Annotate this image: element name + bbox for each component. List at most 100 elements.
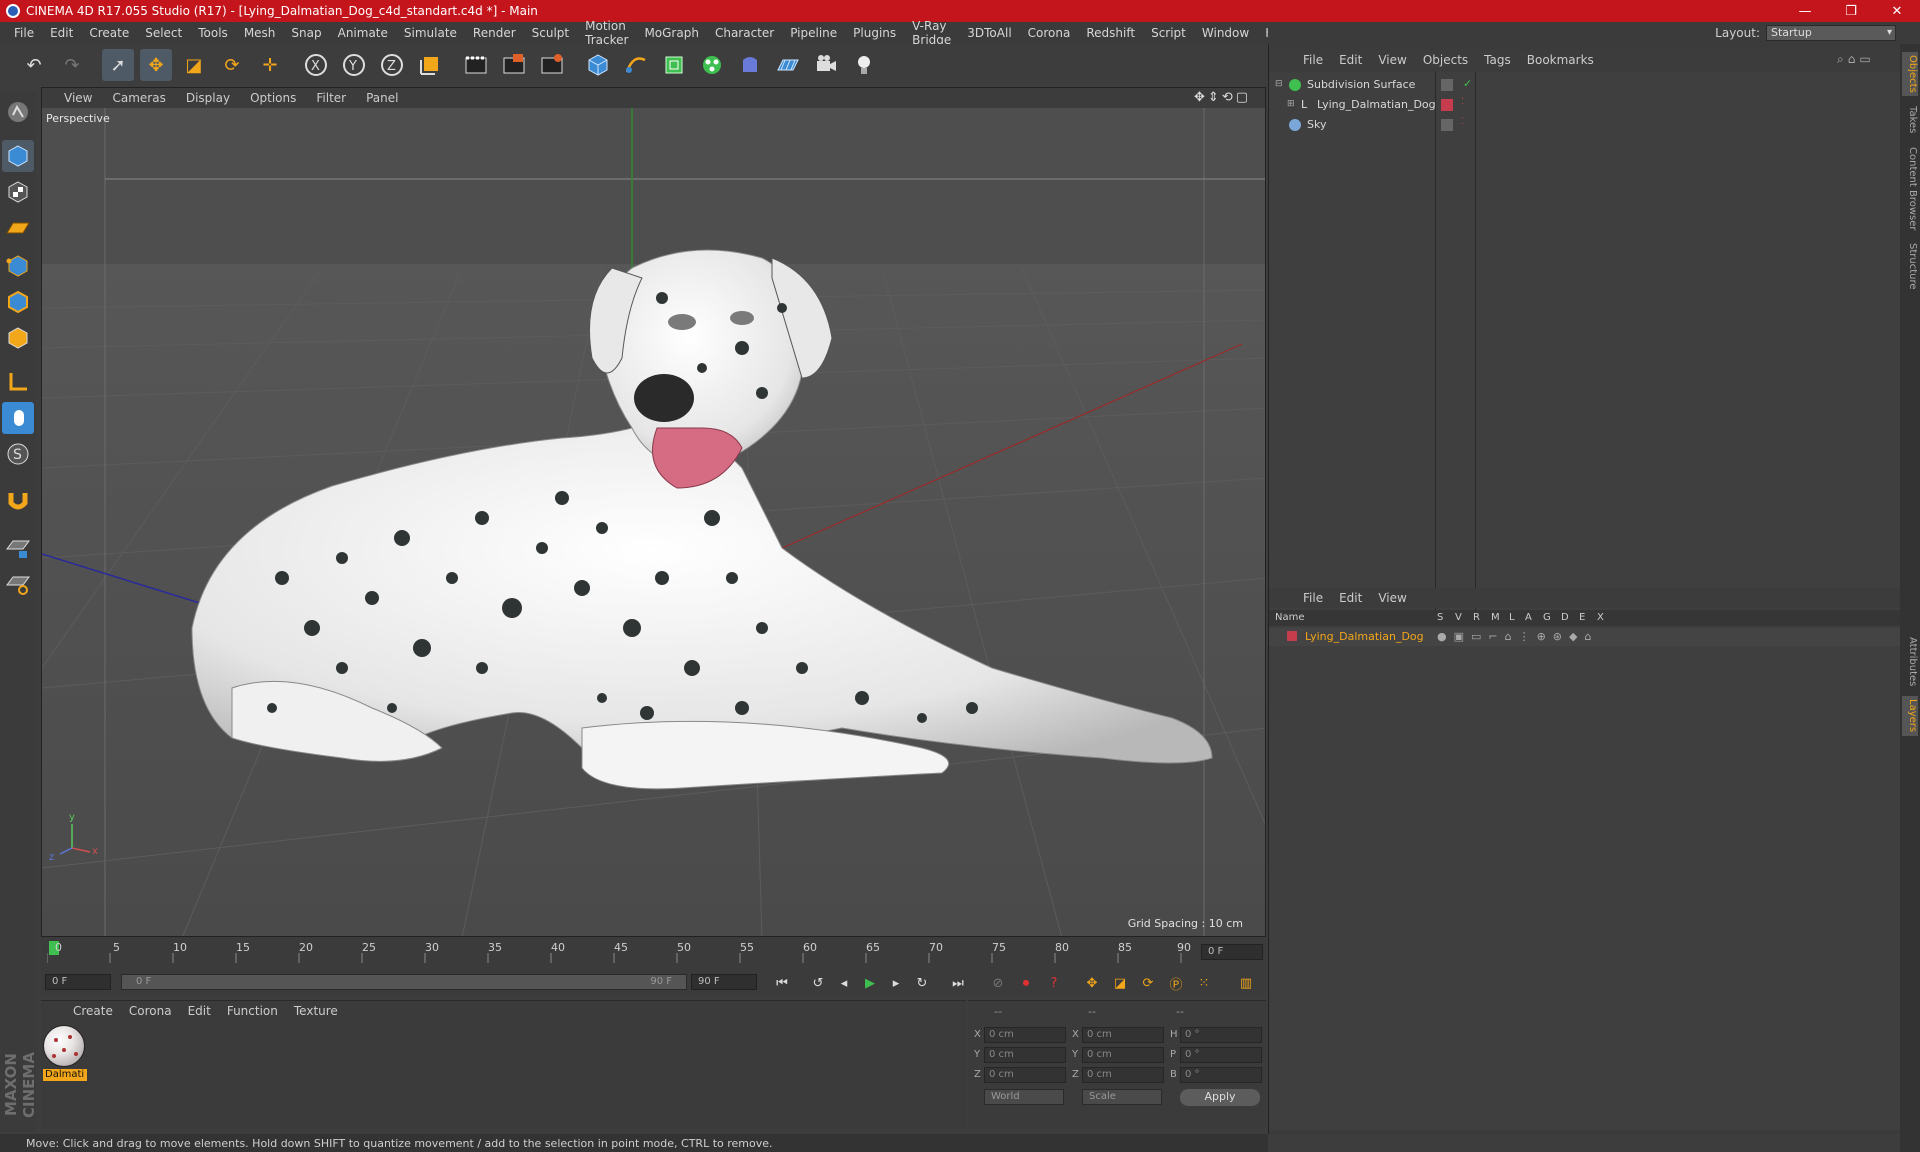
- tweak-mode-icon[interactable]: [2, 402, 34, 434]
- rotation-b-field[interactable]: 0 °: [1180, 1067, 1262, 1083]
- col-deformers[interactable]: D: [1561, 612, 1569, 623]
- viewport-menu-filter[interactable]: Filter: [306, 91, 356, 105]
- keyframe-selection-icon[interactable]: ?: [1043, 972, 1065, 994]
- viewport-menu-view[interactable]: View: [54, 91, 102, 105]
- undo-icon[interactable]: ↶: [18, 49, 50, 81]
- rotation-h-field[interactable]: 0 °: [1180, 1027, 1262, 1043]
- key-rotation-icon[interactable]: ⟳: [1137, 972, 1159, 994]
- deformer-icon[interactable]: [734, 49, 766, 81]
- timeline-ruler[interactable]: 0 5 10 15 20 25 30 35 40 45 50 55 60 65 …: [41, 937, 1266, 967]
- solo-mode-icon[interactable]: S: [2, 438, 34, 470]
- grid-snap-icon[interactable]: [2, 568, 34, 600]
- enabled-check-icon[interactable]: ✓: [1463, 77, 1472, 90]
- previous-key-icon[interactable]: ↺: [807, 972, 829, 994]
- material-menu-function[interactable]: Function: [219, 1004, 286, 1018]
- menu-script[interactable]: Script: [1143, 26, 1194, 40]
- tab-structure[interactable]: Structure: [1902, 240, 1918, 292]
- material-swatch[interactable]: Dalmati: [43, 1025, 87, 1081]
- object-row-lying-dalmatian-dog[interactable]: ⊞ L Lying_Dalmatian_Dog ⁚: [1275, 96, 1895, 114]
- layer-menu-edit[interactable]: Edit: [1331, 591, 1370, 605]
- viewport-navigation-icons[interactable]: ✥⇕⟲▢: [1184, 90, 1261, 105]
- menu-render[interactable]: Render: [465, 26, 524, 40]
- cube-primitive-icon[interactable]: [582, 49, 614, 81]
- menu-select[interactable]: Select: [137, 26, 190, 40]
- material-menu-texture[interactable]: Texture: [286, 1004, 346, 1018]
- next-key-icon[interactable]: ↻: [911, 972, 933, 994]
- floor-grid-icon[interactable]: [772, 49, 804, 81]
- previous-frame-icon[interactable]: ◂: [833, 972, 855, 994]
- menu-redshift[interactable]: Redshift: [1078, 26, 1143, 40]
- col-expressions[interactable]: E: [1579, 612, 1585, 623]
- y-axis-lock-icon[interactable]: Y: [338, 49, 370, 81]
- col-visible[interactable]: V: [1455, 612, 1462, 623]
- frame-range-slider[interactable]: 0 F 90 F: [121, 974, 687, 990]
- select-arrow-icon[interactable]: ➚: [102, 49, 134, 81]
- tab-takes[interactable]: Takes: [1902, 102, 1918, 138]
- material-menu-corona[interactable]: Corona: [121, 1004, 180, 1018]
- key-position-icon[interactable]: ✥: [1081, 972, 1103, 994]
- object-row-sky[interactable]: Sky ⁚: [1275, 116, 1895, 134]
- object-menu-tags[interactable]: Tags: [1476, 53, 1519, 67]
- size-z-field[interactable]: 0 cm: [1082, 1067, 1164, 1083]
- edit-render-settings-icon[interactable]: [536, 49, 568, 81]
- menu-file[interactable]: File: [6, 26, 42, 40]
- material-menu-create[interactable]: Create: [65, 1004, 121, 1018]
- render-to-picture-viewer-icon[interactable]: [498, 49, 530, 81]
- object-menu-edit[interactable]: Edit: [1331, 53, 1370, 67]
- visibility-dots-icon[interactable]: ⁚: [1461, 97, 1464, 107]
- tab-attributes[interactable]: Attributes: [1902, 634, 1918, 690]
- size-x-field[interactable]: 0 cm: [1082, 1027, 1164, 1043]
- coordinate-system-dropdown[interactable]: World: [984, 1089, 1064, 1105]
- material-menu-edit[interactable]: Edit: [180, 1004, 219, 1018]
- menu-create[interactable]: Create: [81, 26, 137, 40]
- col-solo[interactable]: S: [1437, 612, 1443, 623]
- camera-icon[interactable]: [810, 49, 842, 81]
- texture-mode-icon[interactable]: [2, 176, 34, 208]
- layer-menu-file[interactable]: File: [1295, 591, 1331, 605]
- object-menu-view[interactable]: View: [1370, 53, 1414, 67]
- autokey-icon[interactable]: ⏺: [1015, 972, 1037, 994]
- layout-dropdown[interactable]: Startup: [1766, 25, 1896, 41]
- scale-tool-icon[interactable]: ◪: [178, 49, 210, 81]
- layer-row[interactable]: Lying_Dalmatian_Dog ●▣▭⌐⌂⋮⊕⊛◆⌂: [1269, 628, 1901, 646]
- key-parameter-icon[interactable]: Ⓟ: [1165, 972, 1187, 994]
- layer-menu-view[interactable]: View: [1370, 591, 1414, 605]
- key-scale-icon[interactable]: ◪: [1109, 972, 1131, 994]
- workplane-lock-icon[interactable]: [2, 532, 34, 564]
- move-tool-icon[interactable]: ✥: [140, 49, 172, 81]
- redo-icon[interactable]: ↷: [56, 49, 88, 81]
- object-manager-search-icon[interactable]: ⌕⌂▭: [1829, 52, 1883, 67]
- perspective-viewport[interactable]: View Cameras Display Options Filter Pane…: [41, 87, 1266, 937]
- menu-simulate[interactable]: Simulate: [396, 26, 465, 40]
- tab-objects[interactable]: Objects: [1902, 52, 1918, 96]
- edges-mode-icon[interactable]: [2, 286, 34, 318]
- layer-color-swatch[interactable]: [1287, 631, 1297, 641]
- subdivision-surface-icon[interactable]: [658, 49, 690, 81]
- coordinate-system-icon[interactable]: [414, 49, 446, 81]
- menu-mograph[interactable]: MoGraph: [636, 26, 707, 40]
- menu-edit[interactable]: Edit: [42, 26, 81, 40]
- position-y-field[interactable]: 0 cm: [984, 1047, 1066, 1063]
- start-frame-field[interactable]: 0 F: [45, 974, 111, 990]
- viewport-menu-options[interactable]: Options: [240, 91, 306, 105]
- rotation-p-field[interactable]: 0 °: [1180, 1047, 1262, 1063]
- viewport-menu-cameras[interactable]: Cameras: [102, 91, 175, 105]
- end-frame-field[interactable]: 90 F: [691, 974, 757, 990]
- menu-motion-tracker[interactable]: Motion Tracker: [577, 19, 636, 47]
- menu-pipeline[interactable]: Pipeline: [782, 26, 845, 40]
- col-generators[interactable]: G: [1543, 612, 1551, 623]
- minimize-button[interactable]: —: [1782, 0, 1828, 22]
- timeline-window-icon[interactable]: ▥: [1235, 972, 1257, 994]
- menu-character[interactable]: Character: [707, 26, 782, 40]
- rotate-tool-icon[interactable]: ⟳: [216, 49, 248, 81]
- next-frame-icon[interactable]: ▸: [885, 972, 907, 994]
- menu-snap[interactable]: Snap: [283, 26, 329, 40]
- col-animation[interactable]: A: [1525, 612, 1532, 623]
- last-tool-icon[interactable]: ✛: [254, 49, 286, 81]
- size-mode-dropdown[interactable]: Scale: [1082, 1089, 1162, 1105]
- menu-sculpt[interactable]: Sculpt: [524, 26, 577, 40]
- tab-content-browser[interactable]: Content Browser: [1902, 144, 1918, 234]
- close-button[interactable]: ✕: [1874, 0, 1920, 22]
- menu-mesh[interactable]: Mesh: [236, 26, 284, 40]
- object-menu-objects[interactable]: Objects: [1415, 53, 1476, 67]
